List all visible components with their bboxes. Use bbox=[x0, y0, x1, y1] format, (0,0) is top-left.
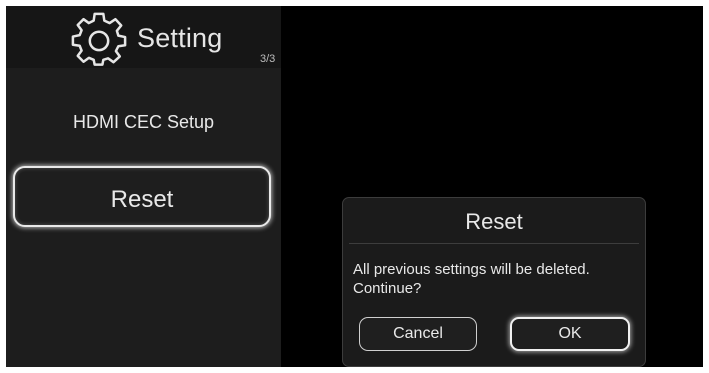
gear-icon bbox=[71, 12, 127, 66]
ok-button[interactable]: OK bbox=[510, 317, 630, 351]
dialog-title: Reset bbox=[465, 209, 523, 234]
dialog-divider bbox=[349, 243, 639, 244]
page-title: Setting bbox=[137, 23, 223, 53]
dialog-message-line-1: All previous settings will be deleted. bbox=[353, 261, 590, 278]
reset-dialog: Reset All previous settings will be dele… bbox=[342, 197, 646, 367]
settings-panel: Setting 3/3 HDMI CEC Setup Reset bbox=[6, 6, 281, 367]
menu-item-hdmi-cec-setup[interactable]: HDMI CEC Setup bbox=[6, 112, 281, 133]
page-indicator: 3/3 bbox=[260, 53, 276, 65]
cancel-button[interactable]: Cancel bbox=[359, 317, 477, 351]
menu-item-reset[interactable]: Reset bbox=[13, 166, 271, 227]
menu-item-reset-label: Reset bbox=[110, 186, 174, 213]
settings-header: Setting 3/3 bbox=[6, 6, 281, 68]
tv-screen: Setting 3/3 HDMI CEC Setup Reset Reset A… bbox=[6, 6, 703, 367]
dialog-message-line-2: Continue? bbox=[353, 280, 422, 297]
dialog-message: All previous settings will be deleted. C… bbox=[353, 260, 638, 298]
